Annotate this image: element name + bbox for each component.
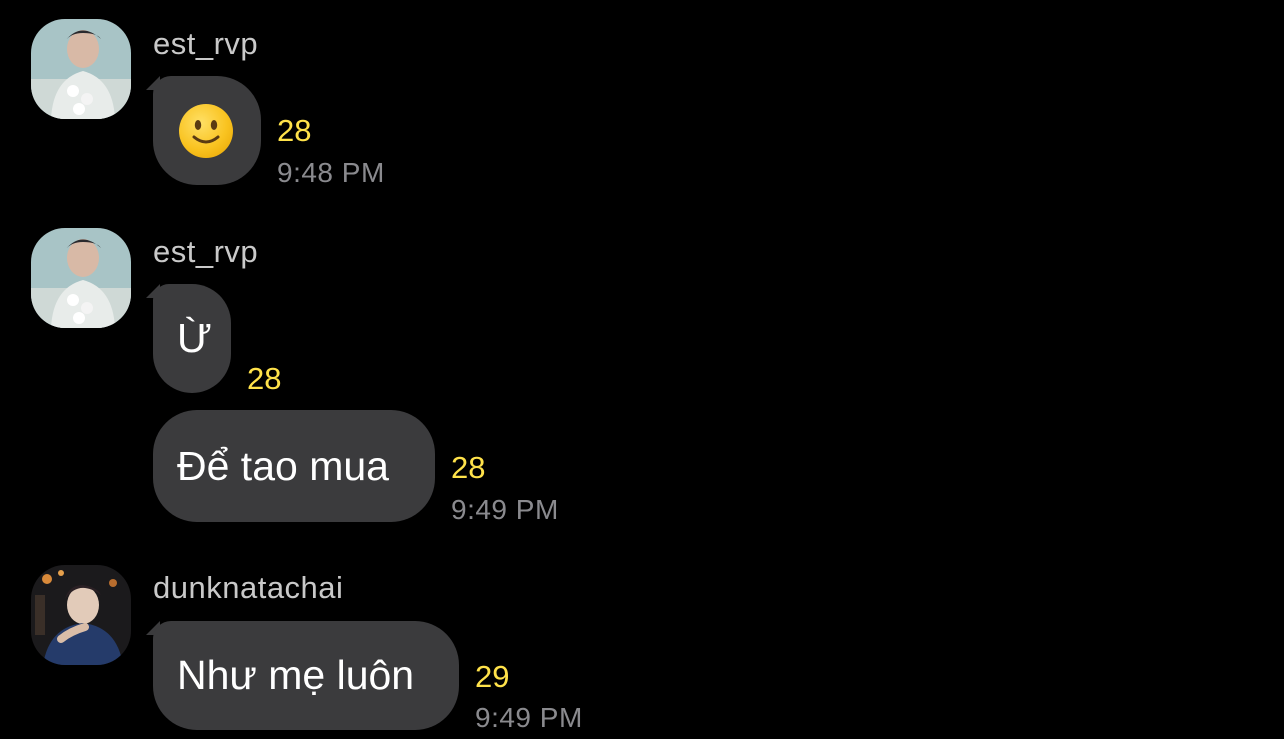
avatar-dunknatachai[interactable]	[31, 565, 131, 665]
message-bubble[interactable]: Như mẹ luôn	[153, 621, 459, 730]
reaction-count: 28	[277, 113, 312, 148]
avatar-photo-icon	[31, 19, 131, 119]
sender-name: est_rvp	[153, 26, 259, 61]
message-bubble[interactable]: Để tao mua	[153, 410, 435, 522]
message-text: Để tao mua	[177, 442, 389, 489]
message-bubble[interactable]: Ừ	[153, 284, 231, 393]
sender-name: est_rvp	[153, 234, 259, 269]
avatar-est-rvp[interactable]	[31, 228, 131, 328]
avatar-photo-icon	[31, 565, 131, 665]
avatar-photo-icon	[31, 228, 131, 328]
message-time: 9:49 PM	[451, 494, 559, 525]
avatar-est-rvp[interactable]	[31, 19, 131, 119]
slightly-smiling-face-icon	[179, 103, 233, 158]
message-text: Như mẹ luôn	[177, 652, 415, 698]
reaction-count: 29	[475, 659, 510, 694]
message-time: 9:48 PM	[277, 157, 385, 188]
reaction-count: 28	[451, 450, 486, 485]
sender-name: dunknatachai	[153, 570, 344, 605]
message-time: 9:49 PM	[475, 702, 583, 733]
message-text: Ừ	[177, 315, 213, 361]
message-bubble-emoji[interactable]	[153, 76, 261, 185]
reaction-count: 28	[247, 361, 282, 396]
